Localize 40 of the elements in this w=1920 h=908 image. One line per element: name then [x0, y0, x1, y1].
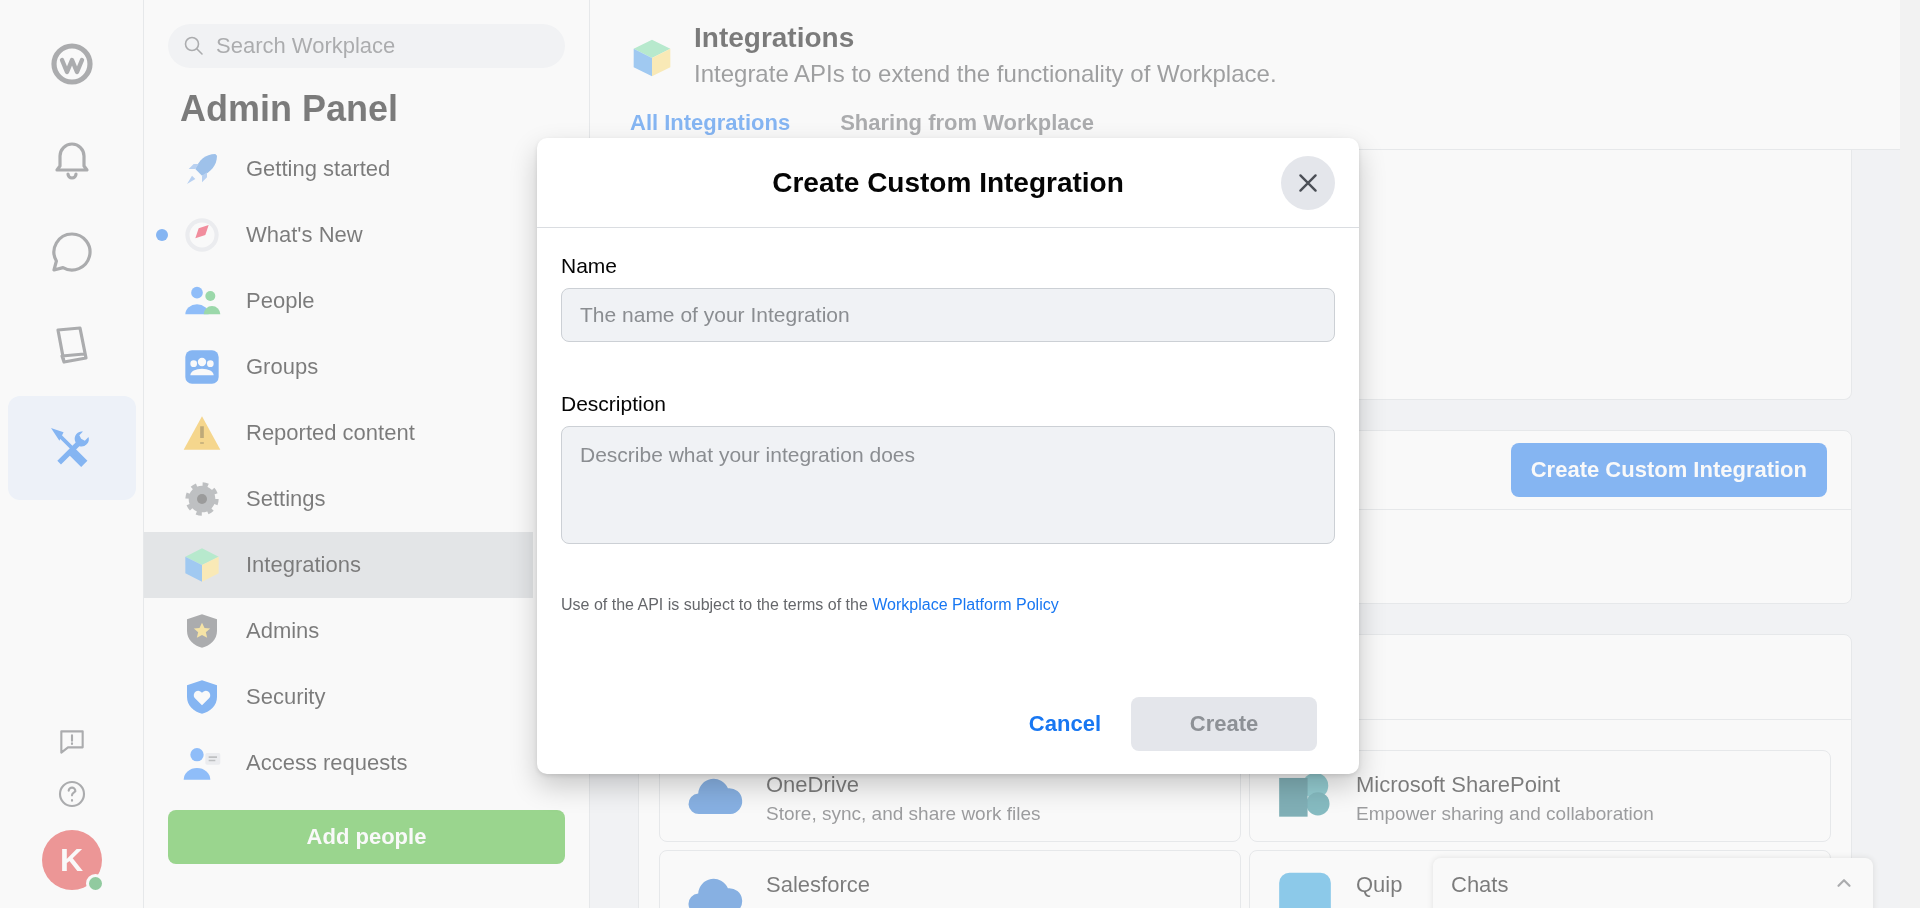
integration-description: Store, sync, and share work files [766, 803, 1041, 826]
policy-link[interactable]: Workplace Platform Policy [872, 596, 1059, 613]
sidebar-item[interactable]: Reported content [144, 400, 533, 466]
policy-text: Use of the API is subject to the terms of the Workplace Platform Policy [561, 596, 1060, 614]
sidebar-item[interactable]: Getting started [144, 136, 533, 202]
sidebar-item[interactable]: Settings [144, 466, 533, 532]
field-label: Description [561, 392, 668, 416]
sidebar-item[interactable]: Admins [144, 598, 533, 664]
chats-label: Chats [1451, 872, 1509, 898]
gear-icon [182, 479, 222, 519]
create-custom-integration-button[interactable]: Create Custom Integration [1510, 443, 1827, 497]
field-label: Name [561, 254, 619, 278]
integration-name: OneDrive [766, 773, 860, 798]
integration-description: Empower sharing and collaboration [1356, 803, 1654, 826]
chats-panel[interactable]: Chats [1433, 858, 1873, 908]
group-icon [182, 347, 222, 387]
description-field[interactable]: Describe what your integration does [561, 426, 1335, 544]
integration-name: Salesforce [766, 873, 870, 898]
page-title: Integrations [694, 22, 856, 54]
search-field[interactable]: Search Workplace [168, 24, 565, 68]
integration-tile[interactable]: Microsoft SharePoint Empower sharing and collaboration [1249, 750, 1831, 842]
integration-name: Microsoft SharePoint [1356, 773, 1562, 798]
input-field[interactable]: The name of your Integration [561, 288, 1335, 342]
sidebar-item[interactable]: Access requests [144, 730, 533, 796]
sidebar-item[interactable]: What's New [144, 202, 533, 268]
integration-tile[interactable]: Salesforce [659, 850, 1241, 908]
sidebar-item[interactable]: People [144, 268, 533, 334]
close-button[interactable] [1281, 156, 1335, 210]
dialog-title: Create Custom Integration [772, 166, 1124, 199]
avatar[interactable]: K [41, 830, 102, 890]
cancel-button[interactable]: Cancel [1028, 711, 1101, 737]
search-icon [182, 34, 206, 58]
sidebar-item[interactable]: Security [144, 664, 533, 730]
rail-button[interactable] [7, 396, 136, 500]
sidebar-item[interactable]: Integrations [144, 532, 533, 598]
compass-icon [182, 215, 222, 255]
panel-title: Admin Panel [180, 88, 400, 130]
page-subtitle: Integrate APIs to extend the functionality of Workplace. [694, 60, 1277, 88]
sidebar-item[interactable]: Groups [144, 334, 533, 400]
integration-name: Quip [1356, 873, 1403, 898]
